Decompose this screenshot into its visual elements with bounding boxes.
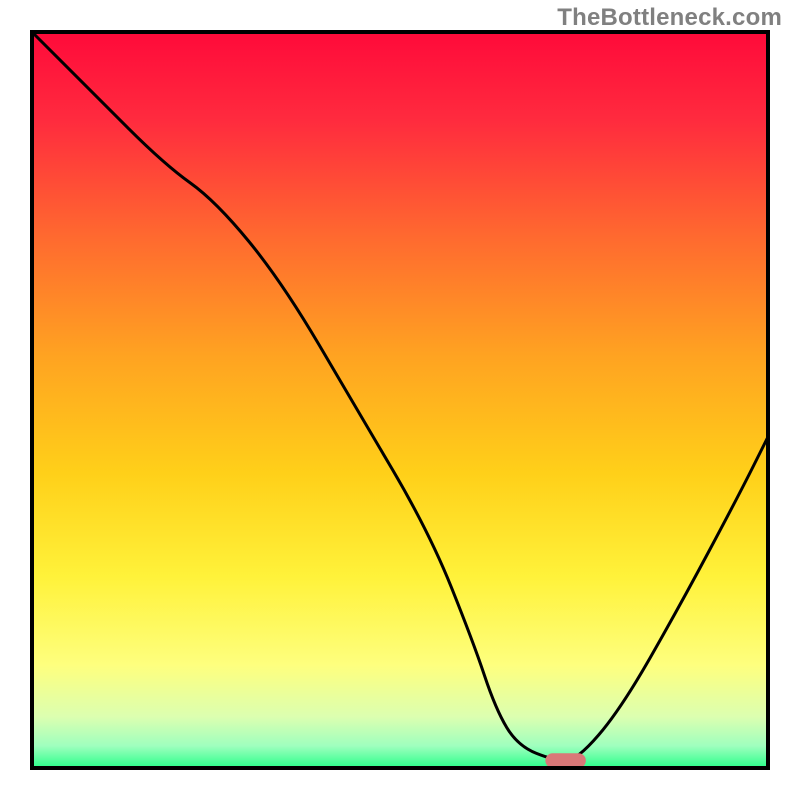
- chart-container: TheBottleneck.com: [0, 0, 800, 800]
- bottleneck-chart: [0, 0, 800, 800]
- optimal-pill-marker: [545, 753, 585, 768]
- watermark-label: TheBottleneck.com: [557, 4, 782, 32]
